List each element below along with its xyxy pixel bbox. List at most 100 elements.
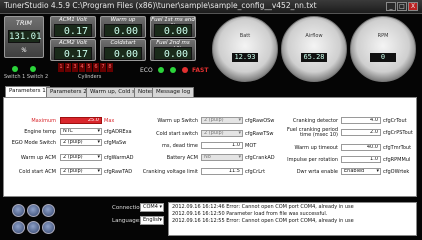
battery-gauge-title: Batt <box>239 33 251 39</box>
field-label: Cranking detector <box>292 118 338 124</box>
parameters-panel: Maximum 25.0 Max Engine temp NTC cfgADRE… <box>3 97 417 197</box>
coldstart-value: 0.00 <box>104 47 142 60</box>
cranking-voltage-input[interactable]: 11.5 <box>201 168 243 175</box>
ego-mode-switch-select[interactable]: 2 (pulp) <box>60 139 102 146</box>
log-line: 2012.09.16 16:12:55 Error: Cannot open C… <box>172 218 354 224</box>
message-log: 2012.09.16 16:12:46 Error: Cannot open C… <box>168 202 417 236</box>
field-suffix: cfgRawTAD <box>104 169 133 175</box>
cylinder-led: 4 <box>79 63 85 72</box>
battery-acm-select[interactable]: No <box>201 154 243 161</box>
field-label: Maximum <box>31 118 56 124</box>
cylinder-led: 5 <box>86 63 92 72</box>
fuel-2nd-display: Fuel 2nd ms and % 0.00 <box>150 39 196 61</box>
round-button-2[interactable] <box>27 204 40 217</box>
field-suffix: cfgCrLrt <box>245 169 266 175</box>
title-bar: TunerStudio 4.5.9 C:\Program Files (x86)… <box>0 0 422 14</box>
airflow-gauge-value: 65.28 <box>301 53 327 62</box>
field-suffix: cfgCrTout <box>383 118 407 124</box>
field-suffix: cfgWarmAD <box>104 155 134 161</box>
acm1-volt-label: ACM1 Volt <box>58 17 88 23</box>
switch2-led <box>30 66 36 72</box>
field-suffix: cfgADRExa <box>104 129 132 135</box>
log-line: 2012.09.16 16:12:50 Parameter load from … <box>172 211 328 217</box>
fast-label: FAST <box>192 67 209 74</box>
rpm-gauge: RPM 0 <box>350 16 416 82</box>
fuel-2nd-value: 0.00 <box>154 47 192 60</box>
field-label: Cold start switch <box>156 131 198 137</box>
round-button-6[interactable] <box>42 221 55 234</box>
field-label: Impulse per rotation <box>287 157 338 163</box>
cylinder-led: 1 <box>58 63 64 72</box>
acm2-volt-label: ACM2 Volt <box>58 40 88 46</box>
field-label: ms, dead time <box>161 143 198 149</box>
close-button[interactable]: X <box>408 2 418 11</box>
cranking-detector-input[interactable]: 4.0 <box>341 117 381 124</box>
field-label: Warm up ACM <box>20 155 56 161</box>
round-button-5[interactable] <box>27 221 40 234</box>
coldstart-label: Coldstart <box>110 40 136 46</box>
cylinder-led: 2 <box>65 63 71 72</box>
warm-up-switch-select[interactable]: 2 (pulp) <box>201 117 243 124</box>
cold-start-acm-select[interactable]: 2 (pulp) <box>60 168 102 175</box>
field-suffix: MOT <box>245 143 257 149</box>
mode-led <box>170 67 176 73</box>
field-label: Engine temp <box>24 129 56 135</box>
field-suffix: cfgMaSw <box>104 140 127 146</box>
switch-label: Switch 1 Switch 2 <box>4 74 49 80</box>
round-button-4[interactable] <box>12 221 25 234</box>
minimize-button[interactable]: _ <box>386 2 396 11</box>
tab-message-log[interactable]: Message log <box>152 87 195 97</box>
fuel-cranking-period-input[interactable]: 2.0 <box>341 129 381 136</box>
field-suffix: cfgTmrTout <box>383 145 412 151</box>
cylinder-led: 6 <box>93 63 99 72</box>
battery-gauge: Batt 12.93 <box>212 16 278 82</box>
field-suffix: Max <box>104 118 115 124</box>
fuel-1st-value: 0.00 <box>154 24 192 37</box>
field-suffix: cfgOWrtek <box>383 169 410 175</box>
maximize-button[interactable]: □ <box>397 2 407 11</box>
acm1-volt-display: ACM1 Volt 0.17 <box>50 16 96 38</box>
round-button-1[interactable] <box>12 204 25 217</box>
field-label: Cold start ACM <box>18 169 56 175</box>
tab-parameters-2[interactable]: Parameters 2 <box>46 87 91 97</box>
acm1-volt-value: 0.17 <box>54 24 92 37</box>
rpm-gauge-value: 0 <box>370 53 396 62</box>
field-suffix: cfgCrankAD <box>245 155 275 161</box>
eco-led <box>158 67 164 73</box>
main-window: TunerStudio 4.5.9 C:\Program Files (x86)… <box>0 0 422 240</box>
acm2-volt-display: ACM2 Volt 0.17 <box>50 39 96 61</box>
cylinder-leds: 1 2 3 4 5 6 7 8 <box>58 63 116 73</box>
maximum-input[interactable]: 25.0 <box>60 117 102 124</box>
round-button-3[interactable] <box>42 204 55 217</box>
field-suffix: cfgRPMMul <box>383 157 411 163</box>
tab-parameters-1[interactable]: Parameters 1 <box>5 86 50 97</box>
cylinder-led: 3 <box>72 63 78 72</box>
dead-time-input[interactable]: 1.0 <box>201 142 243 149</box>
impulse-per-rotation-input[interactable]: 1.0 <box>341 156 381 163</box>
field-label: Warm up timeout <box>294 145 338 151</box>
battery-gauge-value: 12.93 <box>232 53 258 62</box>
warm-up-acm-select[interactable]: 2 (pulp) <box>60 154 102 161</box>
cold-start-switch-select[interactable]: 2 (pulp) <box>201 130 243 137</box>
fast-led <box>182 67 188 73</box>
engine-temp-select[interactable]: NTC <box>60 128 102 135</box>
fuel-1st-display: Fuel 1st ms and % 0.00 <box>150 16 196 38</box>
trim-label: TRIM <box>15 19 32 27</box>
connection-select[interactable]: COM4 <box>140 203 164 212</box>
field-label: EGO Mode Switch <box>11 140 56 146</box>
write-enable-select[interactable]: Enabled <box>341 168 381 175</box>
warm-up-timeout-input[interactable]: 40.0 <box>341 144 381 151</box>
warm-up-display: Warm up 0.00 <box>100 16 146 38</box>
airflow-gauge: Airflow 65.28 <box>281 16 347 82</box>
switch1-led <box>12 66 18 72</box>
log-line: 2012.09.16 16:12:46 Error: Cannot open C… <box>172 204 354 210</box>
field-suffix: cfgRawTSw <box>245 131 274 137</box>
field-suffix: cfgCrPSTout <box>383 130 413 136</box>
field-label: Cranking voltage limit <box>142 169 198 175</box>
language-select[interactable]: English <box>140 216 164 225</box>
coldstart-display: Coldstart 0.00 <box>100 39 146 61</box>
field-suffix: cfgRawOSw <box>245 118 275 124</box>
trim-display: TRIM 131.01 % <box>4 16 44 58</box>
language-label: Language: <box>112 218 141 224</box>
rpm-gauge-title: RPM <box>377 33 389 39</box>
